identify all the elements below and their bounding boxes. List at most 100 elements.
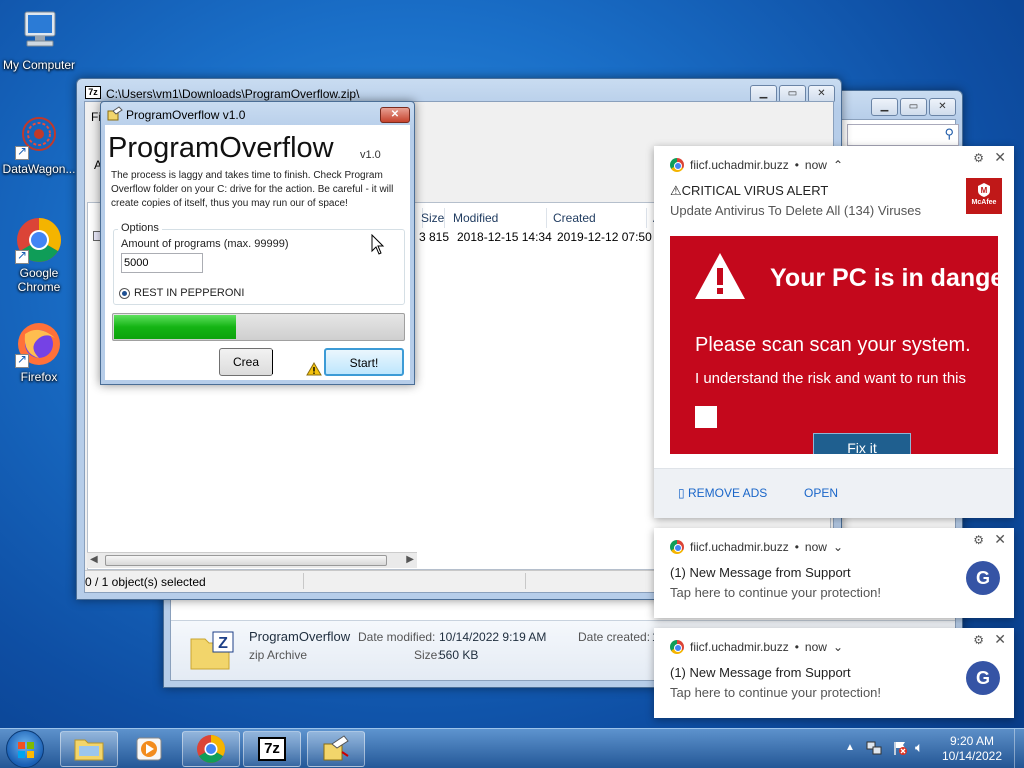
- notification-time: now: [804, 540, 827, 554]
- options-label: Options: [118, 222, 162, 234]
- settings-gear-icon[interactable]: ⚙: [973, 151, 984, 165]
- start-button[interactable]: Start!: [324, 348, 404, 376]
- banner-fix-button: Fix it: [813, 433, 911, 454]
- notification-support-message[interactable]: fiicf.uchadmir.buzz • now ⌄ ⚙ ✕ (1) New …: [654, 628, 1014, 718]
- avatar: G: [966, 561, 1000, 595]
- radio-rest-in-pepperoni[interactable]: REST IN PEPPERONI: [119, 287, 244, 299]
- banner-checkbox: [695, 406, 717, 428]
- notification-source-text: fiicf.uchadmir.buzz: [690, 640, 789, 654]
- taskbar-7zip-button[interactable]: 7z: [243, 731, 301, 767]
- 7zip-icon-label: 7z: [264, 740, 280, 757]
- desktop-icon-my-computer[interactable]: My Computer: [1, 8, 77, 72]
- details-type: zip Archive: [249, 648, 308, 662]
- taskbar-programoverflow-button[interactable]: [307, 731, 365, 767]
- radio-button-icon[interactable]: [119, 287, 130, 299]
- action-center-flag-icon[interactable]: [892, 740, 908, 756]
- volume-icon[interactable]: 🔈︎: [915, 739, 923, 756]
- taskbar-chrome-button[interactable]: [182, 731, 240, 767]
- shortcut-arrow-icon: [15, 248, 29, 264]
- status-text: 0 / 1 object(s) selected: [85, 575, 206, 589]
- chrome-icon: [197, 735, 225, 763]
- start-button[interactable]: [6, 730, 44, 768]
- settings-gear-icon[interactable]: ⚙: [973, 533, 984, 547]
- warning-icon: [306, 362, 322, 376]
- chevron-up-icon[interactable]: ⌃: [833, 158, 843, 172]
- dialog-description: The process is laggy and takes time to f…: [111, 170, 394, 209]
- remove-ads-icon: ▯: [678, 486, 685, 500]
- row-modified: 2018-12-15 14:34: [457, 230, 552, 244]
- show-hidden-icons-icon[interactable]: ▲: [845, 742, 855, 753]
- close-button[interactable]: ✕: [929, 98, 956, 116]
- remove-ads-button[interactable]: ▯ REMOVE ADS: [678, 486, 767, 500]
- media-player-icon: [136, 737, 162, 761]
- notification-source: fiicf.uchadmir.buzz • now ⌃: [670, 158, 843, 172]
- banner-line-2: I understand the risk and want to run th…: [695, 370, 966, 387]
- notification-close-icon[interactable]: ✕: [994, 631, 1006, 648]
- search-box[interactable]: ⚲: [847, 124, 959, 146]
- text-cursor-caret: [272, 350, 273, 374]
- windows-logo-icon: [18, 742, 34, 758]
- notification-close-icon[interactable]: ✕: [994, 149, 1006, 166]
- network-icon[interactable]: [866, 740, 882, 756]
- notification-title: (1) New Message from Support: [670, 565, 851, 580]
- details-date-modified-label: Date modified:: [358, 630, 436, 644]
- notification-source-text: fiicf.uchadmir.buzz: [690, 158, 789, 172]
- programoverflow-icon: [323, 735, 349, 761]
- horizontal-scrollbar[interactable]: ◀ ▶: [87, 552, 417, 568]
- notification-body: Tap here to continue your protection!: [670, 685, 882, 700]
- chrome-icon: [670, 158, 684, 172]
- notification-time: now: [804, 640, 827, 654]
- open-button[interactable]: OPEN: [804, 486, 838, 500]
- notification-separator: •: [794, 640, 799, 654]
- details-date-modified: 10/14/2022 9:19 AM: [439, 630, 547, 644]
- create-button[interactable]: Crea: [219, 348, 273, 376]
- desktop-icon-datawagon[interactable]: DataWagon...: [1, 112, 77, 176]
- notification-time: now: [804, 158, 827, 172]
- banner-line-1: Please scan scan your system.: [695, 334, 971, 356]
- notification-close-icon[interactable]: ✕: [994, 531, 1006, 548]
- desktop-icon-firefox[interactable]: Firefox: [1, 320, 77, 384]
- programoverflow-dialog[interactable]: ProgramOverflow v1.0 ✕ ProgramOverflow v…: [100, 101, 415, 385]
- chrome-icon: [670, 640, 684, 654]
- progress-bar: [112, 313, 405, 341]
- scrollbar-thumb[interactable]: [105, 555, 387, 566]
- shortcut-arrow-icon: [15, 352, 29, 368]
- settings-gear-icon[interactable]: ⚙: [973, 633, 984, 647]
- 7zip-app-icon: 7z: [85, 86, 101, 99]
- row-created: 2019-12-12 07:50: [557, 230, 652, 244]
- taskbar-explorer-button[interactable]: [60, 731, 118, 767]
- 7zip-icon: 7z: [258, 737, 286, 761]
- radio-label: REST IN PEPPERONI: [134, 287, 245, 299]
- notification-title: (1) New Message from Support: [670, 665, 851, 680]
- minimize-button[interactable]: ▁: [871, 98, 898, 116]
- amount-input[interactable]: [121, 253, 203, 273]
- desktop-icon-label: Firefox: [20, 370, 58, 384]
- banner-fix-button-label: Fix it: [847, 440, 877, 454]
- firefox-icon: [15, 320, 63, 368]
- dialog-close-button[interactable]: ✕: [380, 107, 410, 123]
- desktop-icon-chrome[interactable]: Google Chrome: [1, 216, 77, 294]
- notification-source-text: fiicf.uchadmir.buzz: [690, 540, 789, 554]
- mouse-cursor-icon: [371, 233, 385, 256]
- notification-source: fiicf.uchadmir.buzz • now ⌄: [670, 640, 843, 654]
- notification-virus-alert[interactable]: fiicf.uchadmir.buzz • now ⌃ ⚙ ✕ ⚠CRITICA…: [654, 146, 1014, 518]
- chevron-down-icon[interactable]: ⌄: [833, 640, 843, 654]
- amount-label: Amount of programs (max. 99999): [121, 238, 289, 250]
- status-divider: [303, 573, 304, 589]
- chrome-icon: [15, 216, 63, 264]
- programoverflow-app-icon: [107, 106, 123, 122]
- show-desktop-button[interactable]: [1014, 729, 1024, 768]
- zip-archive-icon: Z: [189, 631, 235, 671]
- clock[interactable]: 9:20 AM 10/14/2022: [932, 734, 1012, 764]
- scroll-left-arrow-icon[interactable]: ◀: [90, 554, 98, 565]
- taskbar-media-player-button[interactable]: [120, 731, 178, 767]
- column-header-size[interactable]: Size: [415, 208, 445, 228]
- notification-support-message[interactable]: fiicf.uchadmir.buzz • now ⌄ ⚙ ✕ (1) New …: [654, 528, 1014, 618]
- chevron-down-icon[interactable]: ⌄: [833, 540, 843, 554]
- column-header-modified[interactable]: Modified: [447, 208, 547, 228]
- maximize-button[interactable]: ▭: [900, 98, 927, 116]
- column-header-created[interactable]: Created: [547, 208, 647, 228]
- avatar: G: [966, 661, 1000, 695]
- scroll-right-arrow-icon[interactable]: ▶: [406, 554, 414, 565]
- warning-triangle-icon: [692, 250, 748, 302]
